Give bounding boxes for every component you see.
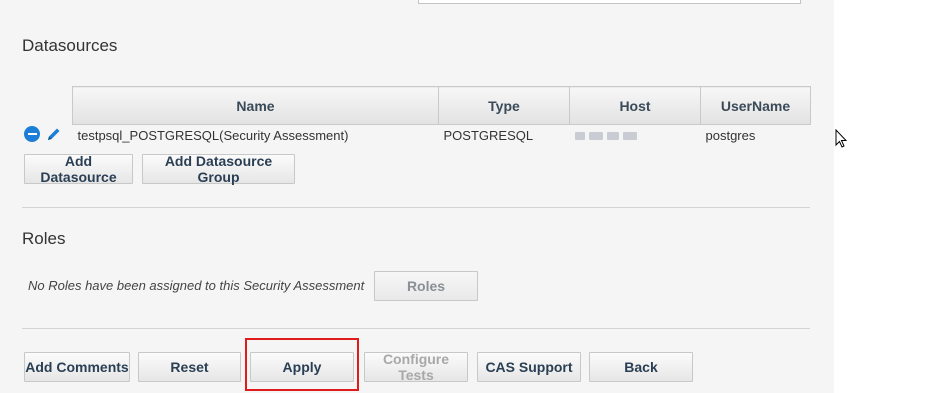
- add-comments-button[interactable]: Add Comments: [24, 352, 130, 382]
- datasources-heading: Datasources: [22, 36, 118, 55]
- section-divider: [22, 328, 810, 329]
- row-actions: [24, 126, 62, 142]
- configure-tests-button[interactable]: Configure Tests: [364, 351, 468, 383]
- roles-empty-message: No Roles have been assigned to this Secu…: [28, 278, 365, 293]
- column-header-username[interactable]: UserName: [700, 86, 811, 125]
- datasource-type: POSTGRESQL: [443, 127, 534, 143]
- column-header-host[interactable]: Host: [569, 86, 701, 125]
- cas-support-button[interactable]: CAS Support: [477, 352, 581, 382]
- host-redacted: [574, 132, 637, 141]
- column-header-name[interactable]: Name: [72, 86, 439, 125]
- apply-highlight-box: [245, 338, 359, 391]
- datasource-host: [570, 125, 701, 146]
- section-divider: [22, 207, 810, 208]
- reset-button[interactable]: Reset: [138, 352, 241, 382]
- table-row: testpsql_POSTGRESQL(Security Assessment)…: [73, 125, 811, 146]
- back-button[interactable]: Back: [589, 352, 693, 382]
- top-input-field[interactable]: [418, 0, 801, 4]
- datasource-name: testpsql_POSTGRESQL(Security Assessment): [77, 127, 349, 143]
- datasource-username: postgres: [705, 127, 756, 143]
- roles-button[interactable]: Roles: [374, 271, 478, 301]
- mouse-pointer-icon: [835, 129, 848, 148]
- pencil-icon[interactable]: [46, 126, 62, 142]
- datasources-table: Name Type Host UserName testpsql_POSTGRE…: [72, 86, 811, 145]
- add-datasource-button[interactable]: Add Datasource: [24, 153, 133, 185]
- roles-heading: Roles: [22, 229, 66, 248]
- add-datasource-group-button[interactable]: Add Datasource Group: [142, 153, 295, 185]
- column-header-type[interactable]: Type: [438, 86, 570, 125]
- minus-circle-icon[interactable]: [24, 126, 40, 142]
- form-panel: Datasources Name Type Host UserName test…: [0, 0, 834, 393]
